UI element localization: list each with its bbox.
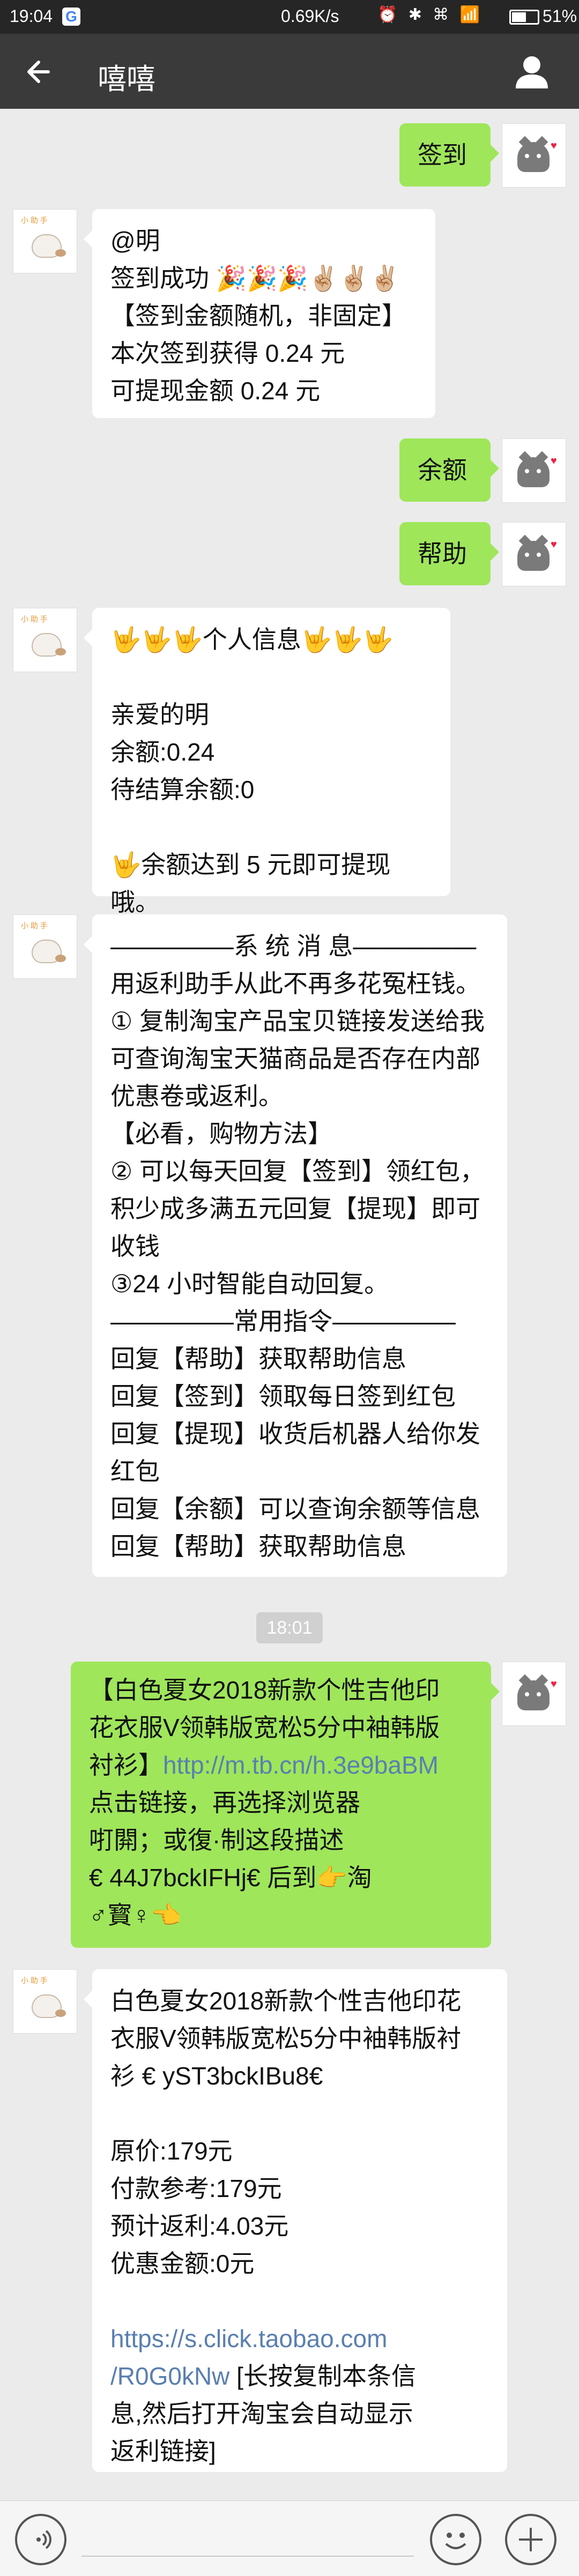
user-avatar[interactable]: ♥ — [502, 1662, 566, 1726]
message-line: ① 复制淘宝产品宝贝链接发送给我 — [110, 1007, 485, 1035]
voice-icon[interactable] — [15, 2514, 66, 2565]
message-line: 【必看，购物方法】 — [110, 1120, 332, 1148]
message-text: [长按复制本条信 — [229, 2362, 416, 2390]
message-line: —————系 统 消 息————— — [110, 932, 477, 960]
message-line: 亲爱的明 — [110, 701, 209, 728]
message-line — [110, 658, 432, 696]
message-line: 回复【余额】可以查询余额等信息 — [110, 1495, 480, 1523]
profile-icon[interactable] — [510, 53, 553, 91]
message-line: 积少成多满五元回复【提现】即可 — [110, 1195, 480, 1223]
message-line — [110, 2095, 489, 2132]
bot-avatar[interactable]: 小 助 手 — [13, 914, 77, 979]
message-line: 回复【签到】领取每日签到红包 — [110, 1382, 456, 1410]
message-line: 可提现金额 0.24 元 — [110, 377, 321, 405]
message-line: 回复【帮助】获取帮助信息 — [110, 1532, 406, 1560]
message-line: ♂寳♀👈 — [89, 1901, 182, 1929]
product-link[interactable]: http://m.tb.cn/h.3e9baBM — [163, 1751, 439, 1779]
message-line: 余额:0.24 — [110, 738, 215, 766]
message-text: 余额 — [418, 456, 467, 484]
chat-header: 嘻嘻 — [0, 34, 579, 109]
message-line: 咑閞；或復·制这段描述 — [89, 1826, 344, 1854]
message-line: 回复【提现】收货后机器人给你发 — [110, 1420, 480, 1448]
status-time: 19:04 — [10, 6, 53, 26]
status-battery: 51% — [543, 6, 577, 26]
message-text: 帮助 — [418, 540, 467, 568]
plus-icon[interactable] — [505, 2514, 556, 2565]
bot-avatar[interactable]: 小 助 手 — [13, 1969, 77, 2034]
message-line: 返利链接] — [110, 2437, 216, 2465]
message-line: 预计返利:4.03元 — [110, 2212, 289, 2240]
user-avatar[interactable]: ♥ — [502, 522, 566, 586]
status-net-speed: 0.69K/s — [281, 6, 339, 26]
message-line — [110, 808, 432, 846]
emoji-icon[interactable] — [430, 2514, 481, 2565]
message-line: 衬衫】http://m.tb.cn/h.3e9baBM — [89, 1746, 473, 1784]
message-line: 付款参考:179元 — [110, 2175, 282, 2202]
message-line: 红包 — [110, 1457, 160, 1485]
message-line: 花衣服V领韩版宽松5分中袖韩版 — [89, 1714, 440, 1741]
message-line: @明 — [110, 227, 160, 255]
message-line: 息,然后打开淘宝会自动显示 — [110, 2400, 413, 2428]
message-line: 可查询淘宝天猫商品是否存在内部 — [110, 1045, 480, 1073]
message-line: 【签到金额随机，非固定】 — [110, 302, 406, 330]
message-bubble-outgoing[interactable]: 余额 — [399, 438, 499, 502]
message-line: 【白色夏女2018新款个性吉他印 — [89, 1676, 440, 1704]
status-icons: ⏰ ✱ ⌘ 📶 — [377, 6, 483, 24]
message-line: ② 可以每天回复【签到】领红包， — [110, 1157, 485, 1185]
message-line: /R0G0kNw [长按复制本条信 — [110, 2357, 489, 2395]
user-avatar[interactable]: ♥ — [502, 123, 566, 188]
message-line: 衫 € yST3bckIBu8€ — [110, 2062, 323, 2090]
message-bubble-incoming[interactable]: 白色夏女2018新款个性吉他印花 衣服V领韩版宽松5分中袖韩版衬 衫 € yST… — [84, 1969, 507, 2472]
message-bubble-outgoing[interactable]: 签到 — [399, 123, 499, 187]
message-line: 优惠金额:0元 — [110, 2250, 255, 2277]
bot-avatar[interactable]: 小 助 手 — [13, 608, 77, 672]
message-line: € 44J7bckIFHj€ 后到👉淘 — [89, 1864, 372, 1892]
message-bubble-incoming[interactable]: 🤟🤟🤟个人信息🤟🤟🤟 亲爱的明 余额:0.24 待结算余额:0 🤟余额达到 5 … — [84, 608, 450, 916]
chat-timestamp: 18:01 — [256, 1612, 323, 1643]
battery-icon — [509, 10, 539, 25]
message-line: 回复【帮助】获取帮助信息 — [110, 1345, 406, 1373]
message-line: 本次签到获得 0.24 元 — [110, 339, 345, 367]
back-arrow-icon[interactable] — [21, 53, 59, 91]
message-bubble-outgoing[interactable]: 帮助 — [399, 522, 499, 585]
rebate-link[interactable]: https://s.click.taobao.com — [110, 2320, 489, 2357]
message-line: 点击链接，再选择浏览器 — [89, 1789, 360, 1816]
message-line: 衣服V领韩版宽松5分中袖韩版衬 — [110, 2024, 462, 2052]
message-line: 签到成功 🎉🎉🎉✌🏼✌🏼✌🏼 — [110, 264, 400, 292]
message-line: —————常用指令————— — [110, 1307, 456, 1335]
message-line: 原价:179元 — [110, 2137, 233, 2165]
chat-title: 嘻嘻 — [98, 63, 155, 95]
message-bubble-incoming[interactable]: @明 签到成功 🎉🎉🎉✌🏼✌🏼✌🏼 【签到金额随机，非固定】 本次签到获得 0.… — [84, 209, 435, 418]
message-bubble-outgoing[interactable]: 【白色夏女2018新款个性吉他印 花衣服V领韩版宽松5分中袖韩版 衬衫】http… — [71, 1662, 500, 1948]
rebate-link-tail[interactable]: /R0G0kNw — [110, 2362, 229, 2390]
message-line: 🤟余额达到 5 元即可提现哦。 — [110, 851, 391, 916]
message-line: ③24 小时智能自动回复。 — [110, 1270, 389, 1298]
message-text: 衬衫】 — [89, 1751, 163, 1779]
message-line: 白色夏女2018新款个性吉他印花 — [110, 1987, 462, 2015]
google-icon: G — [62, 8, 80, 26]
status-bar: 19:04 G 0.69K/s ⏰ ✱ ⌘ 📶 51% — [0, 0, 579, 34]
message-line: 🤟🤟🤟个人信息🤟🤟🤟 — [110, 626, 394, 653]
message-line: 用返利助手从此不再多花冤枉钱。 — [110, 970, 480, 997]
message-line: 优惠卷或返利。 — [110, 1082, 283, 1110]
input-bar — [0, 2500, 579, 2576]
message-input[interactable] — [81, 2556, 414, 2557]
message-line: 收钱 — [110, 1232, 160, 1260]
message-line — [110, 2282, 489, 2320]
user-avatar[interactable]: ♥ — [502, 438, 566, 503]
message-bubble-incoming[interactable]: —————系 统 消 息————— 用返利助手从此不再多花冤枉钱。 ① 复制淘宝… — [84, 914, 507, 1577]
message-line: 待结算余额:0 — [110, 776, 255, 803]
message-text: 签到 — [418, 141, 467, 169]
bot-avatar[interactable]: 小 助 手 — [13, 209, 77, 273]
